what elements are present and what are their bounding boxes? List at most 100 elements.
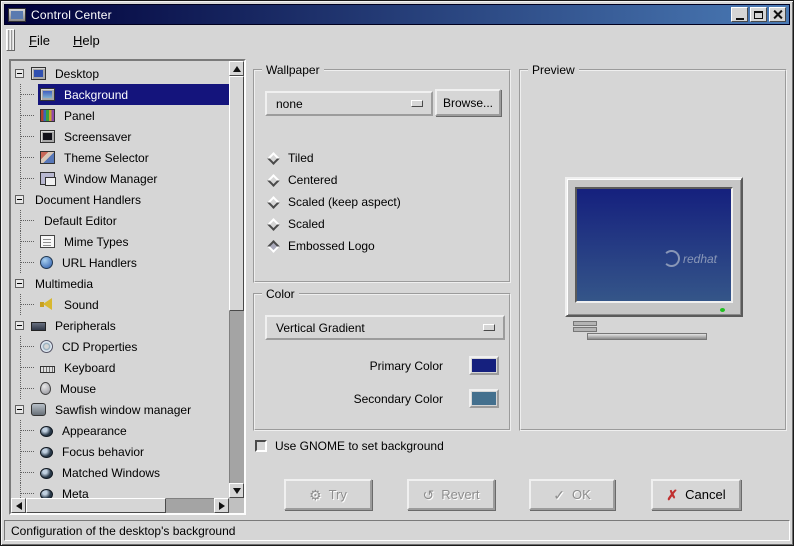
radio-embossed-logo[interactable]: Embossed Logo <box>267 235 501 257</box>
close-button[interactable] <box>769 7 786 22</box>
tree-item-content: Meta <box>38 483 229 498</box>
gnome-background-checkbox[interactable] <box>255 440 267 452</box>
control-center-window: Control Center File Help Desktop Backgrou… <box>0 0 794 546</box>
scroll-right-button[interactable] <box>214 498 229 513</box>
revert-button[interactable]: ↺ Revert <box>407 479 495 510</box>
radio-label: Scaled (keep aspect) <box>288 195 401 209</box>
expander-icon[interactable] <box>15 195 24 204</box>
screensaver-icon <box>40 130 55 143</box>
redhat-swirl-icon <box>662 250 680 267</box>
maximize-button[interactable] <box>750 7 767 22</box>
tree-item-label: Mouse <box>60 381 97 396</box>
tree-item-label: Mime Types <box>64 234 129 249</box>
radio-scaled-keep-aspect[interactable]: Scaled (keep aspect) <box>267 191 501 213</box>
scroll-up-button[interactable] <box>229 61 244 76</box>
tree-item-matched-windows[interactable]: Matched Windows <box>11 462 229 483</box>
tree-item-sound[interactable]: Sound <box>11 294 229 315</box>
vertical-scroll-thumb[interactable] <box>229 76 244 311</box>
tree-item-meta[interactable]: Meta <box>11 483 229 498</box>
radio-tiled[interactable]: Tiled <box>267 147 501 169</box>
vertical-scrollbar[interactable] <box>229 61 244 498</box>
menu-file[interactable]: File <box>20 29 59 52</box>
tree-item-content: Focus behavior <box>38 441 229 462</box>
expander-icon[interactable] <box>15 321 24 330</box>
menubar-gripper[interactable] <box>6 29 15 51</box>
expander-icon[interactable] <box>15 69 24 78</box>
background-icon <box>40 88 55 101</box>
window-menu-icon[interactable] <box>8 7 26 22</box>
titlebar[interactable]: Control Center <box>4 4 790 25</box>
scroll-left-button[interactable] <box>11 498 26 513</box>
wallpaper-dropdown[interactable]: none <box>265 91 433 116</box>
browse-button[interactable]: Browse... <box>435 89 501 116</box>
tree-item-cd-properties[interactable]: CD Properties <box>11 336 229 357</box>
scrollbar-corner <box>229 498 244 513</box>
tree-item-desktop[interactable]: Desktop <box>11 63 229 84</box>
try-button[interactable]: ⚙ Try <box>284 479 372 510</box>
tree-item-mime-types[interactable]: Mime Types <box>11 231 229 252</box>
tree-item-label: Appearance <box>62 423 127 438</box>
tree-item-background[interactable]: Background <box>11 84 229 105</box>
tree-item-content: Window Manager <box>38 168 229 189</box>
tree-item-content: Peripherals <box>29 315 229 336</box>
wallpaper-group: Wallpaper none Browse... Tiled Centered Sc… <box>253 63 511 283</box>
tree-line <box>20 430 34 431</box>
meta-icon <box>40 488 53 498</box>
cancel-button[interactable]: ✗ Cancel <box>651 479 741 510</box>
tree-item-multimedia[interactable]: Multimedia <box>11 273 229 294</box>
tree-item-label: Desktop <box>55 66 100 81</box>
window-title: Control Center <box>31 7 112 22</box>
tree-item-keyboard[interactable]: Keyboard <box>11 357 229 378</box>
desktop-icon <box>31 67 46 80</box>
tree-item-sawfish-window-manager[interactable]: Sawfish window manager <box>11 399 229 420</box>
scroll-down-button[interactable] <box>229 483 244 498</box>
tree-item-appearance[interactable]: Appearance <box>11 420 229 441</box>
expander-icon[interactable] <box>15 405 24 414</box>
try-icon: ⚙ <box>309 486 322 503</box>
tree-item-content: URL Handlers <box>38 252 229 273</box>
preview-group: Preview redhat <box>519 63 787 431</box>
radio-scaled[interactable]: Scaled <box>267 213 501 235</box>
tree-item-content: Sawfish window manager <box>29 399 229 420</box>
monitor-base-bar <box>573 327 597 332</box>
horizontal-scrollbar[interactable] <box>11 498 229 513</box>
appearance-icon <box>40 425 53 437</box>
panel-icon <box>40 109 55 122</box>
tree-item-label: Peripherals <box>55 318 116 333</box>
tree-item-label: Theme Selector <box>64 150 149 165</box>
tree-item-label: Multimedia <box>35 276 94 291</box>
tree-line <box>20 304 34 305</box>
radio-label: Scaled <box>288 217 325 231</box>
tree-item-default-editor[interactable]: Default Editor <box>11 210 229 231</box>
tree-line <box>20 493 34 494</box>
gradient-dropdown[interactable]: Vertical Gradient <box>265 315 505 340</box>
ok-button[interactable]: ✓ OK <box>529 479 615 510</box>
tree-item-theme-selector[interactable]: Theme Selector <box>11 147 229 168</box>
expander-icon[interactable] <box>15 279 24 288</box>
keyboard-graphic <box>587 333 707 340</box>
tree-item-panel[interactable]: Panel <box>11 105 229 126</box>
secondary-color-swatch[interactable] <box>469 389 499 408</box>
tree-item-window-manager[interactable]: Window Manager <box>11 168 229 189</box>
cancel-icon: ✗ <box>666 486 679 503</box>
tree-line <box>20 451 34 452</box>
tree-item-focus-behavior[interactable]: Focus behavior <box>11 441 229 462</box>
tree-item-document-handlers[interactable]: Document Handlers <box>11 189 229 210</box>
peripherals-icon <box>31 322 46 331</box>
radio-centered[interactable]: Centered <box>267 169 501 191</box>
menu-help[interactable]: Help <box>64 29 109 52</box>
window-controls <box>731 7 789 22</box>
secondary-color-row: Secondary Color <box>255 388 509 409</box>
tree-item-content: Screensaver <box>38 126 229 147</box>
theme-icon <box>40 151 55 164</box>
tree-item-screensaver[interactable]: Screensaver <box>11 126 229 147</box>
tree-item-peripherals[interactable]: Peripherals <box>11 315 229 336</box>
tree-item-url-handlers[interactable]: URL Handlers <box>11 252 229 273</box>
try-button-label: Try <box>328 487 347 502</box>
tree-item-mouse[interactable]: Mouse <box>11 378 229 399</box>
tree-item-label: Screensaver <box>64 129 132 144</box>
horizontal-scroll-thumb[interactable] <box>26 498 166 513</box>
tree-item-content: Appearance <box>38 420 229 441</box>
primary-color-swatch[interactable] <box>469 356 499 375</box>
minimize-button[interactable] <box>731 7 748 22</box>
